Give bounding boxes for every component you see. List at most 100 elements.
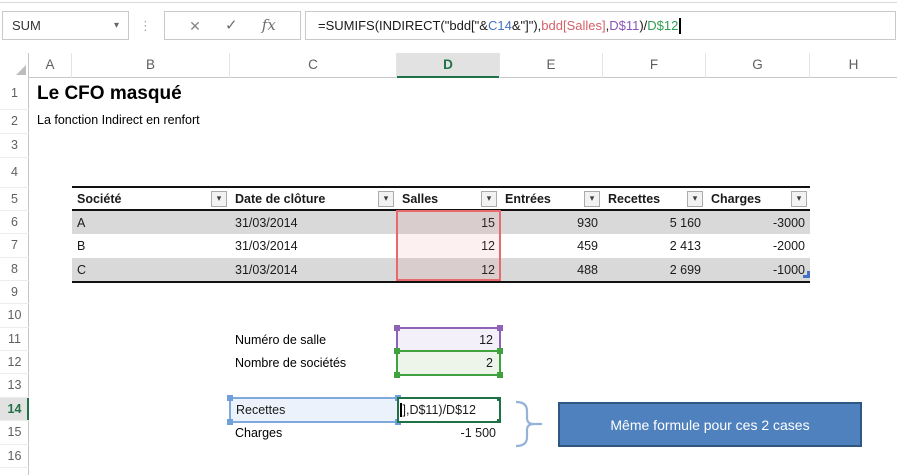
row-header-11[interactable]: 11 [0,328,29,351]
table-header-cell[interactable]: Entrées ▾ [500,188,603,209]
header-label: Salles [402,192,438,206]
formula-token: &"]"), [512,18,541,33]
range-handle [497,325,503,331]
filter-button[interactable]: ▾ [791,191,807,207]
range-handle [497,397,501,401]
formula-token: =SUMIFS(INDIRECT("bdd["& [318,18,488,33]
table-cell[interactable]: -2000 [706,234,810,258]
excel-window: SUM ▾ ⋮ ✕ ✓ fx =SUMIFS(INDIRECT("bdd["& … [0,0,897,475]
column-header-b[interactable]: B [72,53,230,78]
table-cell[interactable]: 488 [500,258,603,281]
range-handle [227,419,233,425]
formula-input[interactable]: =SUMIFS(INDIRECT("bdd["& C14 &"]"), bdd[… [305,11,896,40]
table-cell[interactable]: 459 [500,234,603,258]
row-header-15[interactable]: 15 [0,421,29,445]
column-header-g[interactable]: G [706,53,810,78]
row-header-13[interactable]: 13 [0,374,29,398]
table-resize-handle[interactable] [803,271,810,278]
row-header-strip: 1 2 3 4 5 6 7 8 9 10 11 12 13 14 15 16 [0,78,29,475]
column-header-h[interactable]: H [810,53,897,78]
range-handle [394,348,400,354]
row-header-16[interactable]: 16 [0,445,29,468]
header-label: Recettes [608,192,660,206]
filter-dropdown-icon: ▾ [384,194,389,203]
enter-icon[interactable]: ✓ [225,18,238,33]
filter-dropdown-icon: ▾ [590,194,595,203]
callout-box[interactable]: Même formule pour ces 2 cases [558,402,862,447]
cell-d15-value[interactable]: -1 500 [396,421,496,445]
filter-button[interactable]: ▾ [211,191,227,207]
table-header-cell[interactable]: Salles ▾ [397,188,500,209]
filter-dropdown-icon: ▾ [693,194,698,203]
filter-button[interactable]: ▾ [481,191,497,207]
filter-button[interactable]: ▾ [584,191,600,207]
column-header-a[interactable]: A [29,53,72,78]
table-header-row: Société ▾ Date de clôture ▾ Salles ▾ Ent… [72,188,810,211]
column-header-f[interactable]: F [603,53,706,78]
table-cell[interactable]: 2 413 [603,234,706,258]
cell-d14-formula-tail: ],D$11)/D$12 [403,403,476,417]
row-header-5[interactable]: 5 [0,188,29,211]
table-cell[interactable]: -1000 [706,258,810,281]
formula-range-highlight-salles [396,210,501,281]
row-header-12[interactable]: 12 [0,351,29,374]
range-handle [394,325,400,331]
column-header-e[interactable]: E [500,53,603,78]
range-handle [497,348,503,354]
table-header-cell[interactable]: Charges ▾ [706,188,810,209]
table-cell[interactable]: 5 160 [603,211,706,234]
table-cell[interactable]: B [72,234,230,258]
select-all-corner[interactable] [0,53,29,78]
table-cell[interactable]: 930 [500,211,603,234]
table-header-cell[interactable]: Recettes ▾ [603,188,706,209]
table-cell[interactable]: 2 699 [603,258,706,281]
name-box-dropdown-icon[interactable]: ▾ [114,12,119,39]
range-handle [497,419,501,423]
row-header-14[interactable]: 14 [0,398,29,421]
row-header-3[interactable]: 3 [0,134,29,158]
table-cell[interactable]: 31/03/2014 [230,258,397,281]
charges-label[interactable]: Charges [235,421,282,445]
header-label: Date de clôture [235,192,325,206]
filter-button[interactable]: ▾ [687,191,703,207]
formula-token: D$11 [609,18,639,33]
insert-function-icon[interactable]: fx [262,18,276,33]
row-header-4[interactable]: 4 [0,158,29,188]
table-header-cell[interactable]: Date de clôture ▾ [230,188,397,209]
cell-c14[interactable]: Recettes [229,397,399,423]
header-label: Société [77,192,121,206]
table-cell[interactable]: A [72,211,230,234]
column-header-d[interactable]: D [397,53,500,78]
filter-dropdown-icon: ▾ [487,194,492,203]
cell-d12[interactable]: 2 [396,350,501,376]
name-box-value: SUM [12,18,41,33]
table-cell[interactable]: C [72,258,230,281]
row-header-9[interactable]: 9 [0,281,29,304]
filter-button[interactable]: ▾ [378,191,394,207]
filter-dropdown-icon: ▾ [217,194,222,203]
row-header-10[interactable]: 10 [0,304,29,328]
text-cursor [400,403,402,417]
nombre-de-societes-label[interactable]: Nombre de sociétés [235,351,346,374]
column-header-c[interactable]: C [230,53,397,78]
cell-d11[interactable]: 12 [396,327,501,352]
text-cursor [679,18,681,34]
cancel-icon[interactable]: ✕ [189,19,201,33]
header-label: Entrées [505,192,551,206]
row-header-2[interactable]: 2 [0,110,29,134]
ribbon-divider [0,2,897,3]
row-header-1[interactable]: 1 [0,78,29,110]
cell-d14-editing[interactable]: ],D$11)/D$12 [397,397,501,423]
table-cell[interactable]: 31/03/2014 [230,234,397,258]
table-cell[interactable]: -3000 [706,211,810,234]
formula-token: D$12 [647,18,678,33]
range-handle [394,372,400,378]
row-header-7[interactable]: 7 [0,234,29,258]
row-header-6[interactable]: 6 [0,211,29,234]
row-header-8[interactable]: 8 [0,258,29,281]
cell-d12-value: 2 [486,356,493,370]
table-header-cell[interactable]: Société ▾ [72,188,230,209]
name-box[interactable]: SUM ▾ [2,11,129,40]
table-cell[interactable]: 31/03/2014 [230,211,397,234]
numero-de-salle-label[interactable]: Numéro de salle [235,328,326,351]
